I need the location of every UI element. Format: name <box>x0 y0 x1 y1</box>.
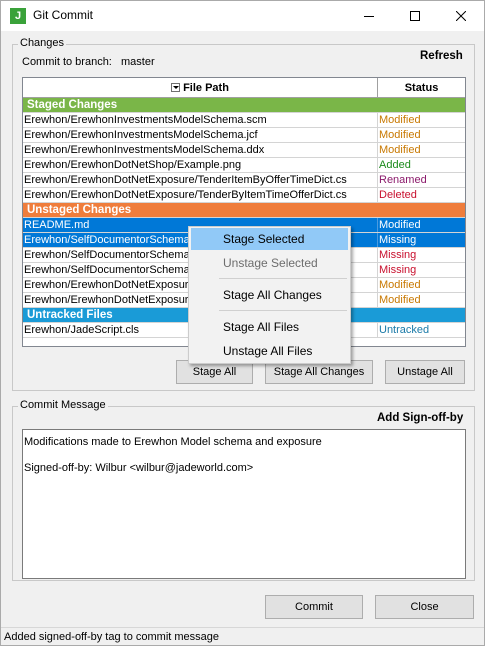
status-cell: Deleted <box>379 189 417 201</box>
unstage-all-button[interactable]: Unstage All <box>385 360 465 384</box>
status-cell: Untracked <box>379 324 430 336</box>
branch-name: master <box>121 56 155 68</box>
file-path-cell: Erewhon/ErewhonInvestmentsModelSchema.jc… <box>23 128 378 142</box>
close-icon <box>456 11 466 21</box>
status-cell: Missing <box>379 234 417 246</box>
table-row[interactable]: Erewhon/ErewhonDotNetExposure/TenderItem… <box>23 173 465 188</box>
table-row[interactable]: Erewhon/ErewhonDotNetShop/Example.png Add… <box>23 158 465 173</box>
commit-message-line: Modifications made to Erewhon Model sche… <box>24 436 322 448</box>
file-path-cell: Erewhon/ErewhonInvestmentsModelSchema.dd… <box>23 143 378 157</box>
menu-item-stage-selected[interactable]: Stage Selected <box>191 228 348 250</box>
commit-button[interactable]: Commit <box>265 595 363 619</box>
context-menu: Stage Selected Unstage Selected Stage Al… <box>188 226 351 364</box>
column-header-status[interactable]: Status <box>378 78 465 98</box>
table-row[interactable]: Erewhon/ErewhonInvestmentsModelSchema.sc… <box>23 113 465 128</box>
menu-item-stage-all-files[interactable]: Stage All Files <box>191 316 348 338</box>
file-path-cell: Erewhon/ErewhonDotNetExposure/TenderByIt… <box>23 188 378 202</box>
commit-message-line: Signed-off-by: Wilbur <wilbur@jadeworld.… <box>24 462 254 474</box>
status-bar: Added signed-off-by tag to commit messag… <box>1 627 484 645</box>
column-header-file-path[interactable]: File Path <box>23 78 378 98</box>
status-cell: Renamed <box>379 174 427 186</box>
menu-item-unstage-all-files[interactable]: Unstage All Files <box>191 340 348 362</box>
changes-group-label: Changes <box>18 37 67 49</box>
add-signoff-link[interactable]: Add Sign-off-by <box>377 412 463 424</box>
status-cell: Modified <box>379 144 421 156</box>
commit-message-blank-line <box>24 449 464 462</box>
close-button[interactable]: Close <box>375 595 474 619</box>
file-path-cell: Erewhon/ErewhonDotNetExposure/TenderItem… <box>23 173 378 187</box>
app-icon: J <box>10 8 26 24</box>
file-path-cell: Erewhon/ErewhonInvestmentsModelSchema.sc… <box>23 113 378 127</box>
section-header[interactable]: Staged Changes <box>23 98 465 113</box>
close-window-button[interactable] <box>438 1 484 31</box>
status-cell: Modified <box>379 129 421 141</box>
branch-label: Commit to branch: <box>22 56 112 68</box>
minimize-button[interactable] <box>346 1 392 31</box>
commit-message-group-label: Commit Message <box>18 399 108 411</box>
status-cell: Added <box>379 159 411 171</box>
minimize-icon <box>364 16 374 17</box>
maximize-button[interactable] <box>392 1 438 31</box>
table-row[interactable]: Erewhon/ErewhonInvestmentsModelSchema.dd… <box>23 143 465 158</box>
title-bar[interactable]: J Git Commit <box>1 1 484 31</box>
filter-dropdown-icon[interactable] <box>171 83 181 92</box>
git-commit-window: J Git Commit Changes Commit to branch: m… <box>0 0 485 646</box>
table-row[interactable]: Erewhon/ErewhonInvestmentsModelSchema.jc… <box>23 128 465 143</box>
menu-separator <box>219 310 347 311</box>
maximize-icon <box>410 11 420 21</box>
status-cell: Modified <box>379 219 421 231</box>
commit-message-textarea[interactable]: Modifications made to Erewhon Model sche… <box>22 429 466 579</box>
file-path-cell: Erewhon/ErewhonDotNetShop/Example.png <box>23 158 378 172</box>
status-cell: Missing <box>379 264 417 276</box>
menu-item-unstage-selected[interactable]: Unstage Selected <box>191 252 348 274</box>
menu-separator <box>219 278 347 279</box>
status-cell: Modified <box>379 114 421 126</box>
menu-item-stage-all-changes[interactable]: Stage All Changes <box>191 284 348 306</box>
status-cell: Modified <box>379 279 421 291</box>
status-cell: Missing <box>379 249 417 261</box>
table-header: File Path Status <box>23 78 465 98</box>
window-title: Git Commit <box>33 8 93 22</box>
status-cell: Modified <box>379 294 421 306</box>
table-row[interactable]: Erewhon/ErewhonDotNetExposure/TenderByIt… <box>23 188 465 203</box>
refresh-link[interactable]: Refresh <box>420 50 463 62</box>
section-header[interactable]: Unstaged Changes <box>23 203 465 218</box>
